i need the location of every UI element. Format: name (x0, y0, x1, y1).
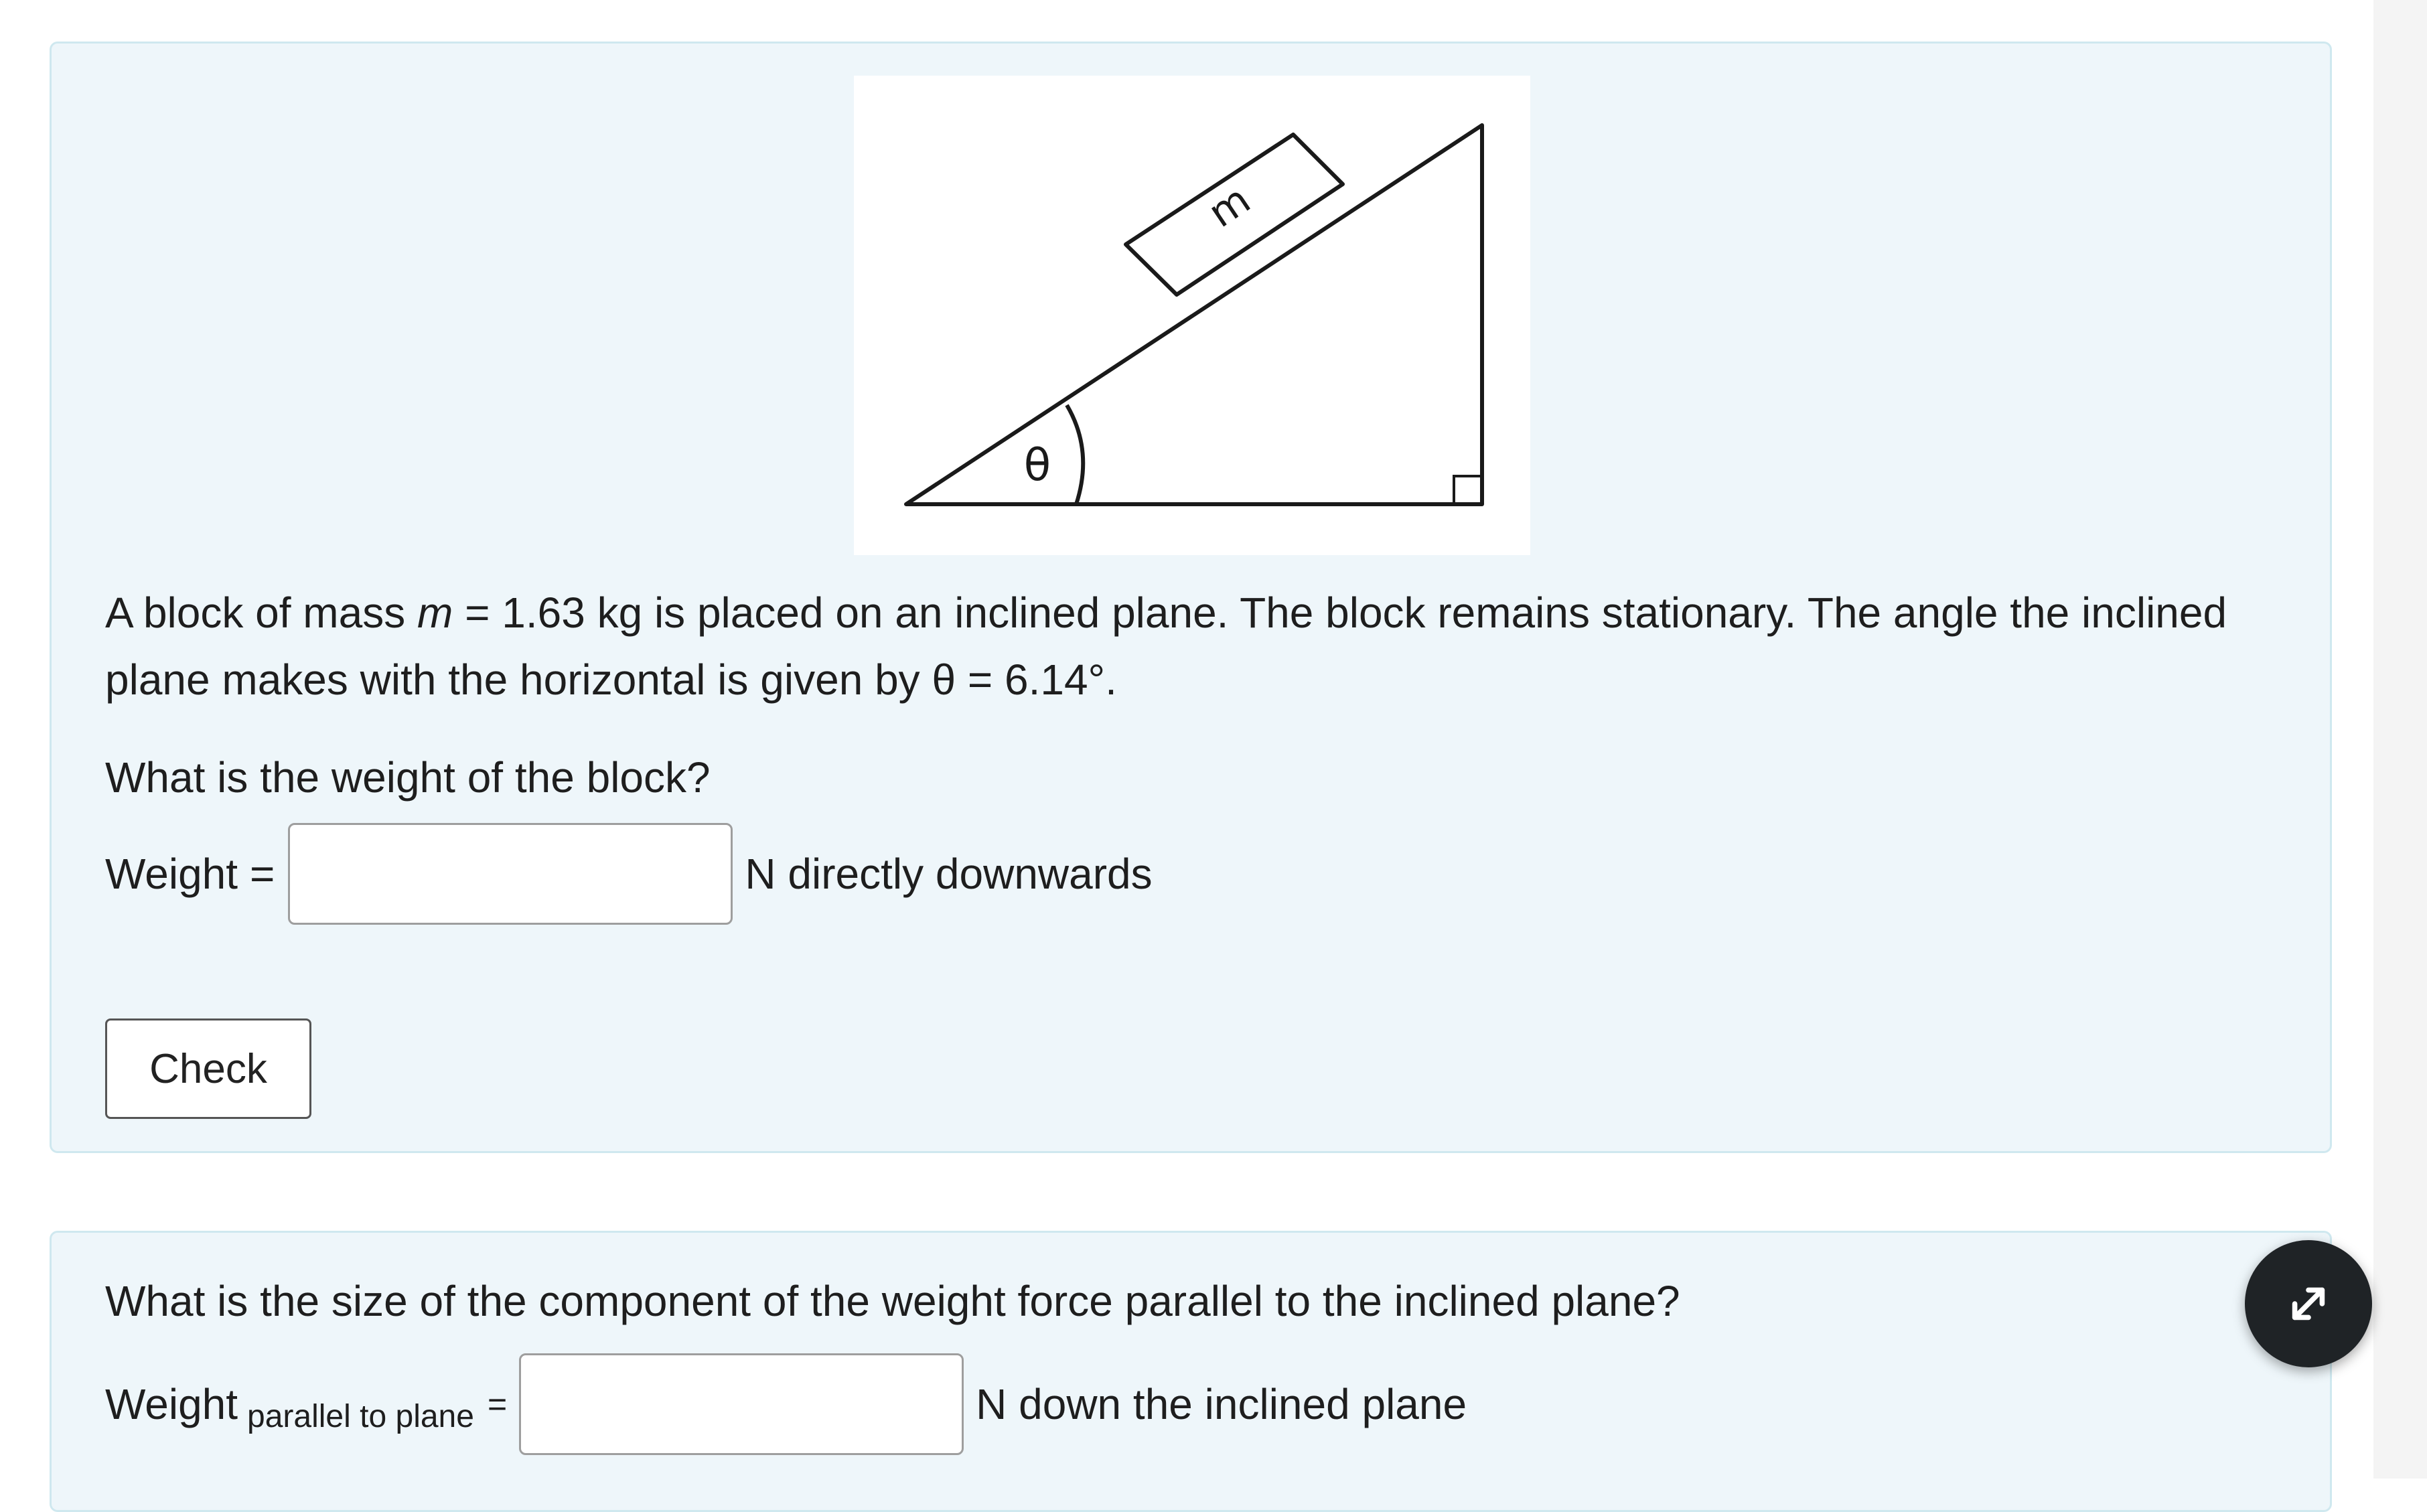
expand-button[interactable] (2245, 1240, 2372, 1367)
right-angle-marker (1453, 475, 1482, 504)
weight-parallel-label: Weight (105, 1380, 238, 1428)
inclined-plane-diagram: θ m (854, 76, 1530, 555)
parallel-weight-input[interactable] (519, 1353, 964, 1455)
expand-arrows-icon (2292, 1287, 2325, 1320)
question-2-text: What is the size of the component of the… (105, 1277, 1680, 1325)
scrollbar[interactable] (2373, 0, 2427, 1479)
weight-unit-label: N directly downwards (745, 850, 1153, 898)
check-button[interactable]: Check (105, 1018, 311, 1119)
question-1-text: What is the weight of the block? (105, 753, 711, 802)
question-card-2: What is the size of the component of the… (50, 1231, 2332, 1512)
statement-part1: A block of mass (105, 589, 417, 637)
equals-sign-2: = (487, 1385, 508, 1423)
angle-label: θ (1024, 439, 1051, 491)
parallel-subscript: parallel to plane (247, 1398, 474, 1434)
problem-statement-line-2: plane makes with the horizontal is given… (105, 656, 1117, 704)
angle-arc (1065, 404, 1086, 505)
problem-statement-line-1: A block of mass m = 1.63 kg is placed on… (105, 579, 2227, 646)
weight-input[interactable] (288, 823, 733, 925)
weight-label: Weight (105, 850, 238, 898)
inclined-plane-svg: θ m (904, 123, 1484, 506)
equals-sign: = (250, 850, 275, 898)
incline-triangle (904, 123, 1484, 506)
mass-symbol: m (417, 589, 453, 637)
question-card-1: θ m A block of mass m = 1.63 kg is place… (50, 42, 2332, 1153)
weight-answer-row: Weight = N directly downwards (105, 823, 1153, 925)
parallel-weight-answer-row: Weight parallel to plane = N down the in… (105, 1353, 1467, 1455)
statement-part2: = 1.63 kg is placed on an inclined plane… (453, 589, 2227, 637)
parallel-weight-unit-label: N down the inclined plane (976, 1380, 1467, 1428)
